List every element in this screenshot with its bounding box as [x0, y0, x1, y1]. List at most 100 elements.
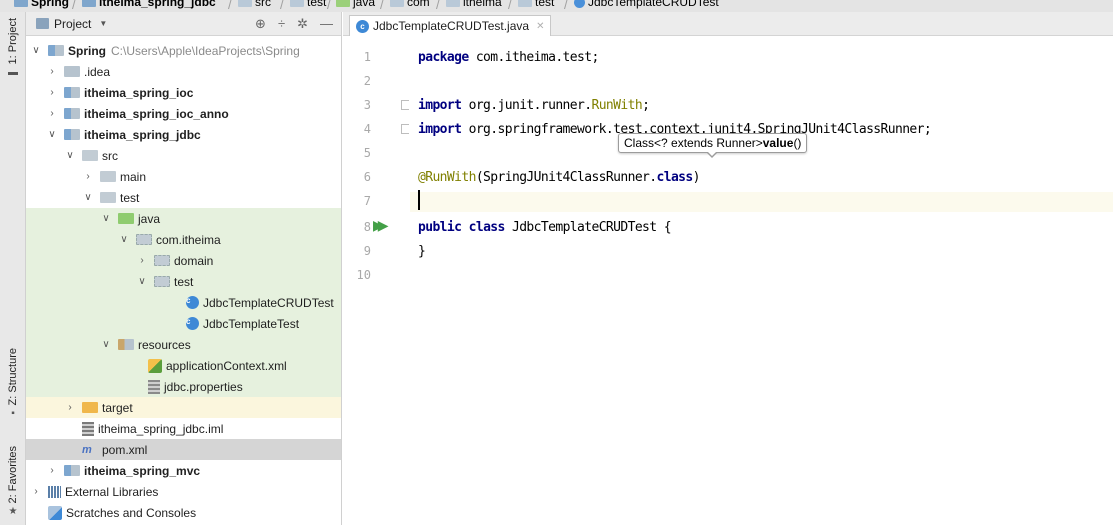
project-tool-button[interactable]: 1: Project ▬ [4, 18, 22, 78]
chevron-down-icon[interactable]: ∨ [46, 129, 58, 140]
code-line-1: package com.itheima.test; [410, 48, 1113, 68]
chevron-down-icon[interactable]: ∨ [118, 234, 130, 245]
hide-icon[interactable]: — [320, 16, 333, 32]
tree-item-label: Scratches and Consoles [66, 505, 197, 520]
chevron-right-icon[interactable]: › [46, 108, 58, 119]
breadcrumb-item-spring[interactable]: Spring [14, 0, 69, 9]
chevron-down-icon[interactable]: ∨ [100, 213, 112, 224]
editor-tab-label: JdbcTemplateCRUDTest.java [373, 19, 530, 33]
properties-file-icon [148, 379, 160, 394]
chevron-right-icon[interactable]: › [46, 465, 58, 476]
structure-tool-button[interactable]: Z: Structure ▪ [4, 348, 22, 419]
tree-item-domain[interactable]: › domain [26, 250, 341, 271]
collapse-all-icon[interactable]: ÷ [278, 16, 285, 32]
tree-item-main[interactable]: › main [26, 166, 341, 187]
code-text: com.itheima.test; [468, 50, 599, 65]
breadcrumb-item-test[interactable]: test [290, 0, 326, 9]
breadcrumb-item-test-package[interactable]: test [518, 0, 554, 9]
breadcrumb-item-jdbc[interactable]: itheima_spring_jdbc [82, 0, 216, 9]
editor-tab-active[interactable]: c JdbcTemplateCRUDTest.java ✕ [349, 15, 552, 36]
chevron-right-icon[interactable]: › [46, 66, 58, 77]
class-icon: c [186, 317, 199, 330]
close-icon[interactable]: ✕ [536, 21, 544, 32]
favorites-tool-button[interactable]: 2: Favorites ★ [4, 446, 22, 517]
tree-item-test-package[interactable]: ∨ test [26, 271, 341, 292]
star-icon: ★ [8, 506, 18, 518]
folder-icon [100, 171, 116, 182]
breadcrumb-separator: / [380, 0, 384, 12]
code-editor[interactable]: package com.itheima.test; import org.jun… [410, 36, 1113, 525]
chevron-right-icon[interactable]: › [64, 402, 76, 413]
tree-item-external-libraries[interactable]: › External Libraries [26, 481, 341, 502]
run-test-icon[interactable]: ▶▶ [373, 217, 388, 234]
parameter-info-tooltip: Class<? extends Runner> value() [618, 133, 808, 153]
module-folder-icon [48, 45, 64, 56]
line-number: 9 [363, 244, 371, 258]
package-icon [154, 255, 170, 266]
chevron-right-icon[interactable]: › [82, 171, 94, 182]
folder-icon [64, 66, 80, 77]
breadcrumb-separator: / [564, 0, 568, 12]
tree-item-label: itheima_spring_ioc_anno [84, 106, 229, 121]
tree-item-label: .idea [84, 64, 111, 79]
fold-marker-icon[interactable] [401, 100, 409, 110]
breadcrumb-separator: / [72, 0, 76, 12]
chevron-right-icon[interactable]: › [136, 255, 148, 266]
locate-icon[interactable]: ⊕ [255, 16, 266, 32]
tree-item-idea[interactable]: › .idea [26, 61, 341, 82]
tree-item-java[interactable]: ∨ java [26, 208, 341, 229]
breadcrumb-item-itheima[interactable]: itheima [446, 0, 502, 9]
tree-item-spring[interactable]: ∨ Spring C:\Users\Apple\IdeaProjects\Spr… [26, 40, 341, 61]
test-source-folder-icon [118, 213, 134, 224]
breadcrumb-item-java[interactable]: java [336, 0, 375, 9]
breadcrumb-separator: / [436, 0, 440, 12]
module-folder-icon [82, 0, 96, 7]
breadcrumb-item-com[interactable]: com [390, 0, 430, 9]
tree-item-mvc[interactable]: › itheima_spring_mvc [26, 460, 341, 481]
breadcrumb-item-src[interactable]: src [238, 0, 271, 9]
chevron-down-icon[interactable]: ∨ [64, 150, 76, 161]
tree-item-application-context[interactable]: · applicationContext.xml [26, 355, 341, 376]
tree-item-com-itheima[interactable]: ∨ com.itheima [26, 229, 341, 250]
tree-item-test-dir[interactable]: ∨ test [26, 187, 341, 208]
tree-item-label: com.itheima [156, 232, 221, 247]
tree-item-label: applicationContext.xml [166, 358, 287, 373]
chevron-down-icon[interactable]: ∨ [30, 45, 42, 56]
module-file-icon [82, 421, 94, 436]
tree-item-jdbc[interactable]: ∨ itheima_spring_jdbc [26, 124, 341, 145]
left-tool-stripe: 1: Project ▬ Z: Structure ▪ 2: Favorites… [0, 12, 26, 525]
code-line-7-current [410, 192, 1113, 212]
chevron-right-icon[interactable]: › [30, 486, 42, 497]
tree-item-src[interactable]: ∨ src [26, 145, 341, 166]
tree-item-iml[interactable]: · itheima_spring_jdbc.iml [26, 418, 341, 439]
package-icon [518, 0, 532, 7]
breadcrumb-item-class[interactable]: JdbcTemplateCRUDTest [574, 0, 719, 9]
tree-item-template-test[interactable]: · c JdbcTemplateTest [26, 313, 341, 334]
fold-marker-icon[interactable] [401, 124, 409, 134]
chevron-right-icon[interactable]: › [46, 87, 58, 98]
class-icon: c [356, 19, 369, 33]
breadcrumb: Spring / itheima_spring_jdbc / src / tes… [0, 0, 1113, 12]
chevron-down-icon[interactable]: ∨ [136, 276, 148, 287]
tree-item-scratches[interactable]: · Scratches and Consoles [26, 502, 341, 523]
tree-item-resources[interactable]: ∨ resources [26, 334, 341, 355]
tree-item-jdbc-properties[interactable]: · jdbc.properties [26, 376, 341, 397]
tree-item-ioc-anno[interactable]: › itheima_spring_ioc_anno [26, 103, 341, 124]
chevron-down-icon[interactable]: ∨ [100, 339, 112, 350]
code-line-9: } [410, 242, 1113, 262]
tree-item-target[interactable]: › target [26, 397, 341, 418]
tree-item-label: target [102, 400, 133, 415]
chevron-down-icon[interactable]: ∨ [82, 192, 94, 203]
module-folder-icon [14, 0, 28, 7]
code-text: (SpringJUnit4ClassRunner. [475, 170, 657, 185]
tree-item-label: itheima_spring_mvc [84, 463, 201, 478]
tree-item-pom[interactable]: · m pom.xml [26, 439, 341, 460]
code-text: ) [692, 170, 701, 185]
gear-icon[interactable]: ✲ [297, 16, 308, 32]
code-text: ; [642, 98, 650, 113]
tree-item-label: JdbcTemplateTest [203, 316, 300, 331]
tree-item-ioc[interactable]: › itheima_spring_ioc [26, 82, 341, 103]
scratches-icon [48, 505, 62, 520]
tree-item-crud-test[interactable]: · c JdbcTemplateCRUDTest [26, 292, 341, 313]
project-view-selector[interactable]: Project ▼ [36, 17, 107, 31]
